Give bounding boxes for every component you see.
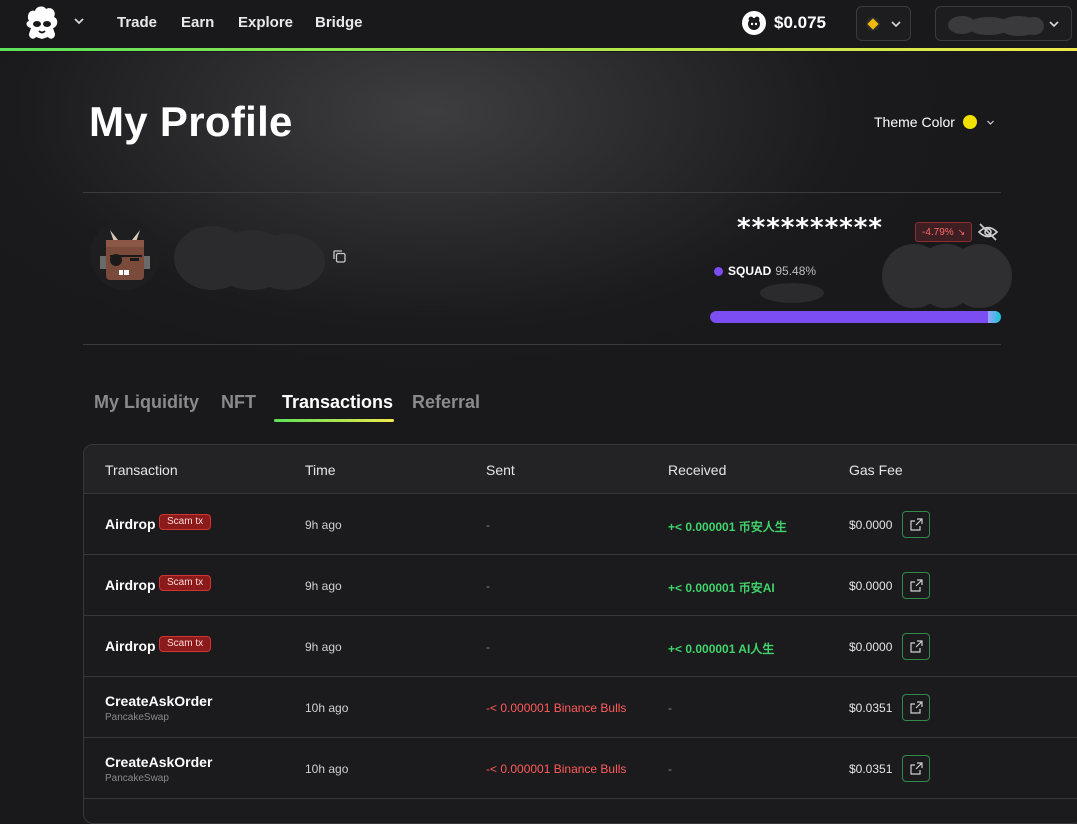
nav-trade[interactable]: Trade	[117, 14, 157, 31]
tx-received: -	[668, 701, 672, 715]
tx-time: 10h ago	[305, 701, 349, 715]
theme-color-swatch	[962, 115, 977, 129]
tx-protocol: PancakeSwap	[105, 712, 169, 723]
column-header-gas-fee: Gas Fee	[849, 462, 903, 478]
token-logo-icon	[742, 11, 766, 35]
tx-type-cell: Airdrop	[105, 638, 156, 654]
redacted-wallet-address	[948, 16, 1044, 36]
tx-gas-fee: $0.0000	[849, 579, 893, 593]
network-selector[interactable]	[856, 6, 911, 41]
avatar[interactable]	[90, 220, 160, 290]
column-header-transaction: Transaction	[105, 462, 178, 478]
transactions-table: Transaction Time Sent Received Gas Fee A…	[83, 444, 1077, 824]
copy-icon[interactable]	[332, 249, 347, 264]
table-row[interactable]: Airdrop Scam tx 9h ago - +< 0.000001 币安A…	[84, 555, 1077, 616]
tab-referral[interactable]: Referral	[412, 392, 480, 413]
tx-sent: -< 0.000001 Binance Bulls	[486, 762, 627, 776]
external-link-icon[interactable]	[902, 511, 930, 538]
tx-sent: -	[486, 518, 490, 532]
logo-icon[interactable]	[20, 3, 64, 43]
chevron-down-icon	[891, 21, 901, 28]
tx-received: +< 0.000001 币安人生	[668, 520, 787, 534]
tx-protocol: PancakeSwap	[105, 773, 169, 784]
bnb-chain-icon	[866, 17, 880, 31]
chevron-down-icon	[1049, 21, 1059, 28]
nav-bridge[interactable]: Bridge	[315, 14, 363, 31]
external-link-icon[interactable]	[902, 572, 930, 599]
table-row[interactable]: CreateAskOrder PancakeSwap 10h ago -< 0.…	[84, 677, 1077, 738]
tx-gas-fee: $0.0000	[849, 640, 893, 654]
tx-gas-fee: $0.0351	[849, 701, 893, 715]
page-title: My Profile	[89, 98, 293, 145]
change-badge: -4.79% ↘	[915, 222, 973, 242]
tx-sent: -	[486, 640, 490, 654]
nav-accent-line	[0, 48, 1077, 51]
nav-earn[interactable]: Earn	[181, 14, 214, 31]
scam-badge: Scam tx	[159, 514, 212, 530]
top-nav: Trade Earn Explore Bridge $0.075	[0, 0, 1077, 48]
squad-row: SQUAD 95.48%	[714, 264, 816, 278]
tx-sent: -	[486, 579, 490, 593]
tab-nft[interactable]: NFT	[221, 392, 256, 413]
tx-name: CreateAskOrder	[105, 754, 213, 770]
table-row[interactable]: Airdrop Scam tx 9h ago - +< 0.000001 币安人…	[84, 494, 1077, 555]
tab-my-liquidity[interactable]: My Liquidity	[94, 392, 199, 413]
tx-type-cell: Airdrop	[105, 516, 156, 532]
external-link-icon[interactable]	[902, 694, 930, 721]
balance-masked: **********	[737, 213, 883, 243]
tx-name: Airdrop	[105, 577, 156, 593]
tx-sent: -< 0.000001 Binance Bulls	[486, 701, 627, 715]
tx-time: 9h ago	[305, 579, 342, 593]
column-header-time: Time	[305, 462, 336, 478]
redacted-holdings	[882, 244, 1012, 308]
wallet-button[interactable]	[935, 6, 1072, 41]
table-row[interactable]: CreateAskOrder PancakeSwap 10h ago -< 0.…	[84, 738, 1077, 799]
tx-gas-fee: $0.0351	[849, 762, 893, 776]
arrow-down-right-icon: ↘	[957, 226, 966, 237]
active-tab-indicator	[274, 419, 394, 422]
chevron-down-icon[interactable]	[72, 14, 86, 28]
theme-color-selector[interactable]: Theme Color	[874, 114, 995, 130]
tx-received: +< 0.000001 AI人生	[668, 642, 775, 656]
section-divider	[83, 344, 1001, 345]
tx-received: +< 0.000001 币安AI	[668, 581, 775, 595]
holdings-progress-bar	[710, 311, 1001, 323]
tx-type-cell: Airdrop	[105, 577, 156, 593]
tx-type-cell: CreateAskOrder PancakeSwap	[105, 754, 212, 784]
progress-fill-other	[988, 311, 1001, 323]
tx-time: 10h ago	[305, 762, 349, 776]
tx-time: 9h ago	[305, 518, 342, 532]
scam-badge: Scam tx	[159, 636, 212, 652]
nav-explore[interactable]: Explore	[238, 14, 293, 31]
external-link-icon[interactable]	[902, 633, 930, 660]
tx-name: CreateAskOrder	[105, 693, 213, 709]
tx-type-cell: CreateAskOrder PancakeSwap	[105, 693, 212, 723]
progress-fill-squad	[710, 311, 988, 323]
change-value: -4.79%	[922, 226, 954, 238]
table-row[interactable]: Airdrop Scam tx 9h ago - +< 0.000001 AI人…	[84, 616, 1077, 677]
column-header-received: Received	[668, 462, 727, 478]
chevron-down-icon	[986, 120, 994, 125]
tx-time: 9h ago	[305, 640, 342, 654]
section-divider	[83, 192, 1001, 193]
squad-dot	[714, 266, 723, 276]
external-link-icon[interactable]	[902, 755, 930, 782]
scam-badge: Scam tx	[159, 575, 212, 591]
redacted-squad-value	[760, 283, 824, 303]
token-price[interactable]: $0.075	[742, 10, 826, 36]
redacted-username	[174, 226, 325, 290]
column-header-sent: Sent	[486, 462, 515, 478]
tx-name: Airdrop	[105, 638, 156, 654]
squad-name: SQUAD	[728, 264, 772, 278]
squad-percent: 95.48%	[775, 264, 817, 278]
tx-received: -	[668, 762, 672, 776]
table-header: Transaction Time Sent Received Gas Fee	[84, 445, 1077, 494]
theme-color-label: Theme Color	[874, 114, 955, 130]
token-price-value: $0.075	[774, 13, 826, 32]
tab-transactions[interactable]: Transactions	[282, 392, 393, 413]
tx-gas-fee: $0.0000	[849, 518, 893, 532]
eye-off-icon[interactable]	[977, 222, 999, 242]
tx-name: Airdrop	[105, 516, 156, 532]
